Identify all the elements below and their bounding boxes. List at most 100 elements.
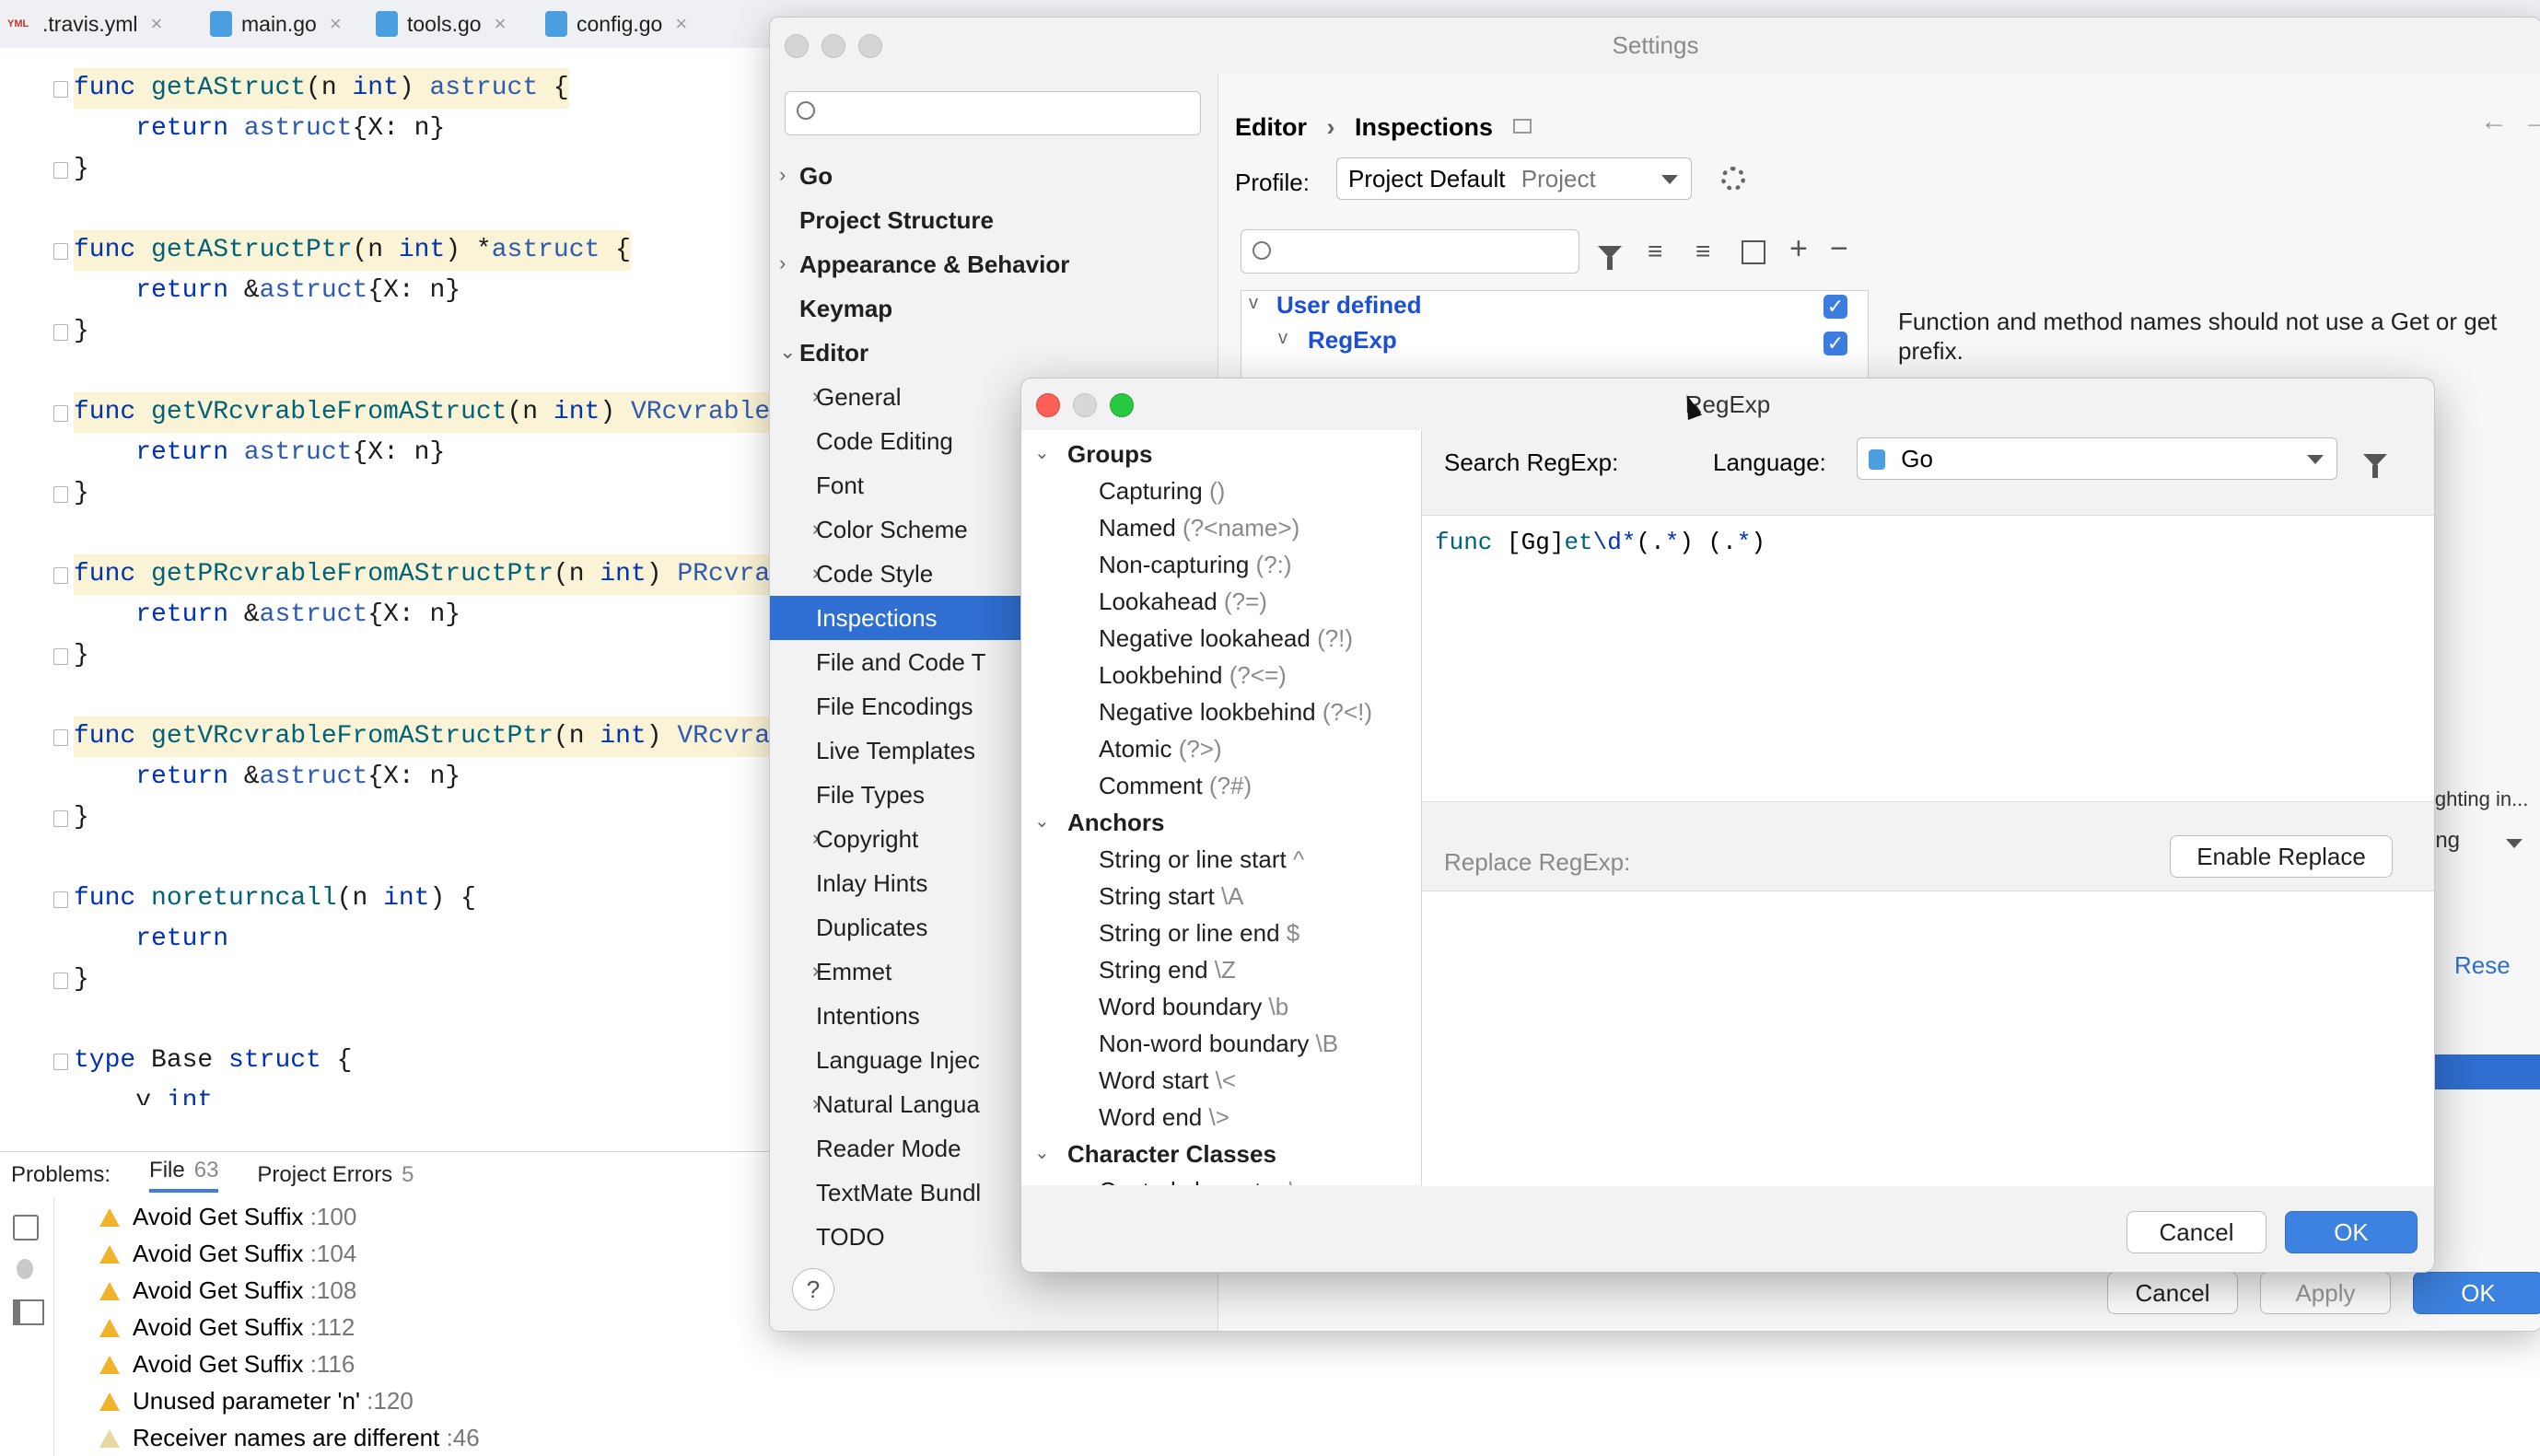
collapse-all-icon[interactable]: ≡ [1695,237,1710,266]
syntax-item[interactable]: Control character \c [1099,1172,1308,1185]
syntax-item[interactable]: Word boundary \b [1099,988,1288,1025]
search-regexp-field[interactable]: func [Gg]et\d*(.*) (.*) [1422,515,2434,802]
remove-icon[interactable]: − [1830,231,1848,267]
settings-nav-item[interactable]: Inlay Hints [816,861,927,905]
settings-nav-item[interactable]: Code Style [816,552,933,596]
inspections-search-input[interactable] [1241,229,1579,274]
chevron-down-icon[interactable] [2506,839,2523,848]
problem-item[interactable]: Avoid Get Suffix :116 [99,1345,355,1382]
zoom-window-button[interactable] [858,34,882,58]
add-icon[interactable]: + [1789,231,1808,267]
breadcrumb-parent[interactable]: Editor [1235,113,1307,141]
chevron-down-icon[interactable]: ⌄ [1034,810,1050,833]
syntax-item[interactable]: Named (?<name>) [1099,509,1299,546]
filter-icon[interactable] [2363,454,2387,478]
close-icon[interactable]: × [495,12,507,36]
settings-nav-item[interactable]: Inspections [816,596,938,640]
editor-tab[interactable]: main.go × [210,0,342,48]
close-icon[interactable]: × [330,12,342,36]
settings-nav-item[interactable]: General [816,375,902,419]
code-editor[interactable]: func getAStruct(n int) astruct { return … [0,48,774,1105]
syntax-item[interactable]: Word end \> [1099,1099,1229,1136]
problem-item[interactable]: Avoid Get Suffix :100 [99,1198,356,1235]
filter-icon[interactable] [1598,246,1622,270]
syntax-item[interactable]: Word start \< [1099,1062,1236,1099]
regexp-ok-button[interactable]: OK [2285,1211,2418,1253]
editor-tab[interactable]: tools.go × [376,0,506,48]
settings-nav-item[interactable]: Color Scheme [816,507,968,552]
settings-nav-item[interactable]: File Encodings [816,684,973,728]
settings-nav-item[interactable]: Duplicates [816,905,927,949]
settings-nav-item[interactable]: Font [816,463,864,507]
problem-item[interactable]: Unused parameter 'n' :120 [99,1382,414,1419]
close-icon[interactable]: × [151,12,163,36]
fold-marker-icon[interactable] [53,891,68,908]
settings-nav-item[interactable]: Go [799,154,833,198]
reset-link[interactable]: Rese [2454,951,2511,980]
fold-marker-icon[interactable] [53,567,68,584]
settings-nav-item[interactable]: Emmet [816,949,891,994]
close-window-button[interactable] [785,34,809,58]
problems-tab[interactable]: File 63 [149,1158,219,1193]
syntax-item[interactable]: Negative lookahead (?!) [1099,620,1353,657]
fold-marker-icon[interactable] [53,243,68,260]
settings-nav-item[interactable]: TODO [816,1215,885,1259]
preview-icon[interactable] [13,1299,44,1325]
gear-icon[interactable] [1721,167,1745,191]
chevron-right-icon[interactable]: › [779,251,786,275]
expand-all-icon[interactable]: ≡ [1648,237,1662,266]
syntax-item[interactable]: Capturing () [1099,472,1225,509]
settings-nav-item[interactable]: File and Code T [816,640,986,684]
minimize-window-button[interactable] [821,34,845,58]
fold-marker-icon[interactable] [53,486,68,503]
chevron-down-icon[interactable]: v [1278,328,1287,349]
tree-node-regexp[interactable]: RegExp [1308,326,1397,355]
syntax-item[interactable]: Non-capturing (?:) [1099,546,1292,583]
syntax-group-header[interactable]: Groups [1067,436,1152,472]
chevron-down-icon[interactable]: ⌄ [1034,1141,1050,1164]
syntax-item[interactable]: Comment (?#) [1099,767,1252,804]
problem-item[interactable]: Avoid Get Suffix :104 [99,1235,356,1272]
reset-icon[interactable] [1742,240,1765,264]
fold-marker-icon[interactable] [53,324,68,341]
tree-node-user-defined[interactable]: User defined [1276,291,1422,320]
close-dialog-button[interactable] [1036,393,1060,417]
syntax-item[interactable]: Atomic (?>) [1099,730,1222,767]
help-button[interactable]: ? [792,1268,834,1310]
chevron-right-icon[interactable]: › [779,163,786,187]
regexp-checkbox[interactable]: ✓ [1823,332,1847,355]
fold-marker-icon[interactable] [53,162,68,179]
settings-nav-item[interactable]: Appearance & Behavior [799,242,1069,286]
fold-marker-icon[interactable] [53,81,68,98]
back-arrow-icon[interactable]: ← [2480,106,2508,137]
language-dropdown[interactable]: Go [1857,437,2337,480]
syntax-item[interactable]: Non-word boundary \B [1099,1025,1338,1062]
settings-nav-item[interactable]: File Types [816,773,925,817]
settings-cancel-button[interactable]: Cancel [2107,1272,2238,1314]
zoom-dialog-button[interactable] [1110,393,1134,417]
settings-nav-item[interactable]: Reader Mode [816,1126,961,1171]
settings-nav-item[interactable]: Code Editing [816,419,953,463]
chevron-down-icon[interactable]: v [1249,293,1258,314]
settings-ok-button[interactable]: OK [2413,1272,2540,1314]
settings-nav-item[interactable]: Project Structure [799,198,994,242]
settings-apply-button[interactable]: Apply [2260,1272,2391,1314]
syntax-item[interactable]: String start \A [1099,878,1244,914]
syntax-item[interactable]: String end \Z [1099,951,1236,988]
fold-marker-icon[interactable] [53,973,68,989]
fold-marker-icon[interactable] [53,648,68,665]
syntax-group-header[interactable]: Anchors [1067,804,1164,841]
settings-nav-item[interactable]: Keymap [799,286,892,331]
fold-marker-icon[interactable] [53,405,68,422]
bulb-icon[interactable] [17,1259,33,1279]
problems-tab[interactable]: Project Errors 5 [257,1162,414,1188]
settings-nav-item[interactable]: Language Injec [816,1038,980,1082]
problem-item[interactable]: Receiver names are different :46 [99,1419,480,1456]
fold-marker-icon[interactable] [53,729,68,746]
syntax-item[interactable]: Negative lookbehind (?<!) [1099,693,1372,730]
profile-dropdown[interactable]: Project Default Project [1336,157,1692,200]
settings-nav-item[interactable]: Editor [799,331,868,375]
settings-nav-item[interactable]: Live Templates [816,728,975,773]
settings-nav-item[interactable]: Copyright [816,817,918,861]
syntax-item[interactable]: String or line start ^ [1099,841,1304,878]
